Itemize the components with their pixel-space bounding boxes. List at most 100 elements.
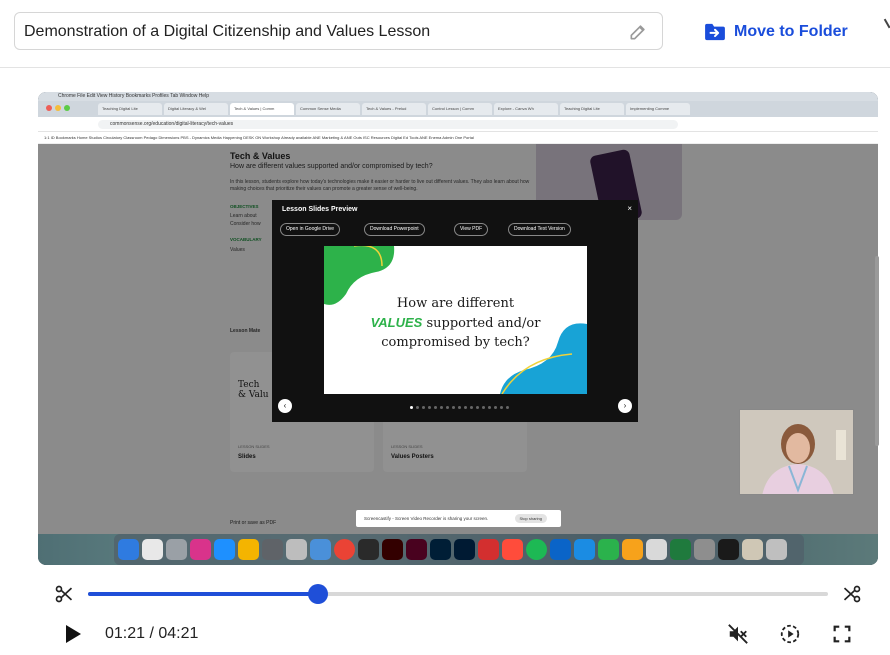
- launchpad-icon: [142, 539, 163, 560]
- recorded-tabstrip: Teaching Digital Lite Digital Literacy &…: [38, 101, 878, 117]
- slide-preview: How are different VALUES supported and/o…: [324, 246, 587, 394]
- time-display: 01:21 / 04:21: [105, 625, 199, 642]
- screenshot-icon: [310, 539, 331, 560]
- downloads-icon: [742, 539, 763, 560]
- recorded-bookmarks: 1:1 ID Bookmarks Home Studios Circulator…: [38, 132, 878, 144]
- webcam-overlay: [739, 409, 854, 495]
- slide-line-3: compromised by tech?: [381, 335, 530, 350]
- printer-icon: [646, 539, 667, 560]
- slide-dot: [422, 406, 425, 409]
- slide-dot: [446, 406, 449, 409]
- folder-move-icon: [705, 23, 725, 41]
- video-title-field[interactable]: Demonstration of a Digital Citizenship a…: [14, 12, 663, 50]
- slide-dots: [410, 406, 509, 409]
- pencil-icon[interactable]: [628, 22, 648, 42]
- trim-start-scissors-icon[interactable]: [54, 584, 74, 604]
- stop-sharing-button: Stop sharing: [514, 514, 547, 523]
- spotify-icon: [526, 539, 547, 560]
- slide-dot: [506, 406, 509, 409]
- slide-dot: [416, 406, 419, 409]
- recorded-tab: Teaching Digital Lite: [98, 103, 162, 115]
- finder-icon: [118, 539, 139, 560]
- safari-icon: [214, 539, 235, 560]
- open-google-drive-button[interactable]: Open in Google Drive: [280, 223, 341, 236]
- move-to-folder-button[interactable]: Move to Folder: [704, 18, 848, 46]
- recorded-tab: Control Lesson | Comm: [428, 103, 492, 115]
- slide-dot: [470, 406, 473, 409]
- lesson-slides-modal: Lesson Slides Preview × Open in Google D…: [272, 200, 638, 422]
- settings-icon: [166, 539, 187, 560]
- slide-dot: [476, 406, 479, 409]
- acrobat-icon: [478, 539, 499, 560]
- top-bar: Demonstration of a Digital Citizenship a…: [0, 0, 890, 68]
- view-pdf-button[interactable]: View PDF: [454, 223, 489, 236]
- slide-dot: [440, 406, 443, 409]
- trim-end-scissors-icon[interactable]: [842, 584, 862, 604]
- recorded-tab: Digital Literacy & Wel: [164, 103, 228, 115]
- photoshop-icon: [430, 539, 451, 560]
- video-stage: Chrome File Edit View History Bookmarks …: [0, 68, 890, 578]
- modal-title: Lesson Slides Preview: [282, 206, 358, 213]
- photos-icon: [238, 539, 259, 560]
- video-title: Demonstration of a Digital Citizenship a…: [24, 23, 431, 40]
- minimize-dot-icon: [55, 105, 61, 111]
- slide-dot: [452, 406, 455, 409]
- move-to-folder-label: Move to Folder: [734, 23, 848, 40]
- recorded-url-bar: commonsense.org/education/digital-litera…: [38, 117, 878, 132]
- slide-question: How are different VALUES supported and/o…: [324, 294, 587, 352]
- pages-icon: [622, 539, 643, 560]
- progress-track[interactable]: [88, 584, 828, 604]
- illustrator-icon: [382, 539, 403, 560]
- edge-mark: [883, 17, 890, 29]
- disk-utility-icon: [694, 539, 715, 560]
- recorded-tab: Explore - Canva Wh: [494, 103, 558, 115]
- recorded-tab: Teaching Digital Lite: [560, 103, 624, 115]
- close-dot-icon: [46, 105, 52, 111]
- mute-icon[interactable]: [727, 623, 749, 645]
- slide-emphasis: VALUES: [370, 315, 423, 330]
- recorded-tab: Tech & Values - Prelud: [362, 103, 426, 115]
- pdf-icon: [502, 539, 523, 560]
- indesign-icon: [406, 539, 427, 560]
- slide-dot: [428, 406, 431, 409]
- playback-speed-icon[interactable]: [779, 623, 801, 645]
- slide-line-2: VALUES supported and/or: [370, 315, 541, 331]
- page-scrollbar[interactable]: [875, 256, 879, 446]
- close-icon[interactable]: ×: [627, 204, 632, 213]
- play-icon[interactable]: [64, 624, 82, 644]
- recorded-tab-active: Tech & Values | Comm: [230, 103, 294, 115]
- fullscreen-icon[interactable]: [831, 623, 853, 645]
- progress-handle[interactable]: [308, 584, 329, 604]
- video-frame[interactable]: Chrome File Edit View History Bookmarks …: [38, 92, 878, 565]
- slide-dot: [488, 406, 491, 409]
- recorded-tab: Common Sense Media: [296, 103, 360, 115]
- download-text-button[interactable]: Download Text Version: [508, 223, 571, 236]
- slide-dot: [482, 406, 485, 409]
- slide-dot: [458, 406, 461, 409]
- recorded-tab: Implementing Comme: [626, 103, 690, 115]
- slide-dot: [494, 406, 497, 409]
- calculator-icon: [262, 539, 283, 560]
- slide-dot: [500, 406, 503, 409]
- prev-slide-icon[interactable]: ‹: [278, 399, 292, 413]
- mac-dock: [114, 534, 804, 565]
- player-controls: 01:21 / 04:21: [0, 578, 890, 655]
- screen-share-notice: Screencastify - Screen Video Recorder is…: [356, 510, 561, 527]
- terminal-icon: [718, 539, 739, 560]
- slide-dot: [464, 406, 467, 409]
- terminal-alt-icon: [358, 539, 379, 560]
- progress-fill: [88, 592, 319, 596]
- outlook-icon: [550, 539, 571, 560]
- next-slide-icon[interactable]: ›: [618, 399, 632, 413]
- creative-cloud-icon: [190, 539, 211, 560]
- slide-dot: [434, 406, 437, 409]
- font-book-icon: [286, 539, 307, 560]
- chrome-icon: [334, 539, 355, 560]
- trash-icon: [766, 539, 787, 560]
- zoom-dot-icon: [64, 105, 70, 111]
- download-powerpoint-button[interactable]: Download Powerpoint: [364, 223, 425, 236]
- numbers-icon: [598, 539, 619, 560]
- slide-line-1: How are different: [396, 296, 515, 311]
- slide-dot: [410, 406, 413, 409]
- keynote-icon: [574, 539, 595, 560]
